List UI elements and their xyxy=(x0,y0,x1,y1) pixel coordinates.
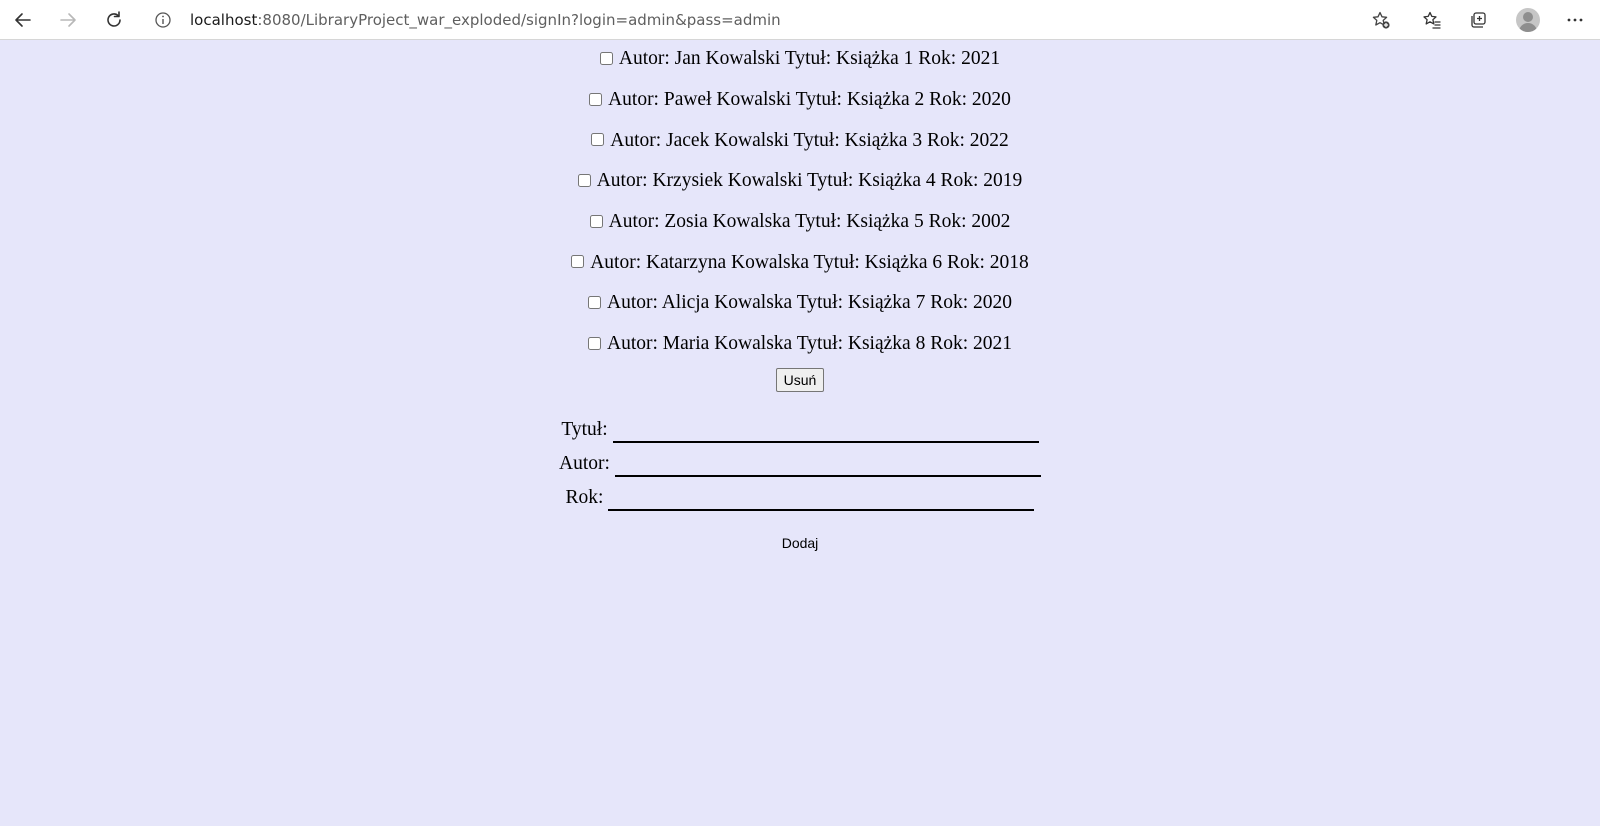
back-arrow-icon[interactable] xyxy=(7,4,39,36)
book-checkbox[interactable] xyxy=(587,336,601,350)
book-label: Autor: Alicja Kowalska Tytuł: Książka 7 … xyxy=(606,292,1012,314)
delete-button[interactable]: Usuń xyxy=(775,367,825,392)
list-item: Autor: Katarzyna Kowalska Tytuł: Książka… xyxy=(0,242,1600,283)
book-label: Autor: Zosia Kowalska Tytuł: Książka 5 R… xyxy=(608,211,1011,233)
star-plus-icon[interactable] xyxy=(1371,10,1391,30)
book-checkbox[interactable] xyxy=(591,133,605,147)
book-checkbox[interactable] xyxy=(571,255,585,269)
profile-avatar-icon[interactable] xyxy=(1516,8,1540,32)
add-button-wrap: Dodaj xyxy=(0,533,1600,553)
author-field[interactable] xyxy=(614,448,1041,477)
author-label: Autor: xyxy=(559,452,610,474)
book-label: Autor: Katarzyna Kowalska Tytuł: Książka… xyxy=(590,251,1029,273)
year-row: Rok: xyxy=(0,477,1600,511)
page-content: Autor: Jan Kowalski Tytuł: Książka 1 Rok… xyxy=(0,40,1600,553)
list-item: Autor: Maria Kowalska Tytuł: Książka 8 R… xyxy=(0,324,1600,365)
book-checkbox[interactable] xyxy=(589,214,603,228)
book-label: Autor: Jan Kowalski Tytuł: Książka 1 Rok… xyxy=(618,48,1001,70)
refresh-icon[interactable] xyxy=(98,4,130,36)
list-item: Autor: Alicja Kowalska Tytuł: Książka 7 … xyxy=(0,283,1600,324)
add-book-form: Tytuł: Autor: Rok: xyxy=(0,409,1600,511)
author-row: Autor: xyxy=(0,443,1600,477)
address-bar[interactable]: localhost:8080/LibraryProject_war_explod… xyxy=(143,4,1401,36)
list-item: Autor: Paweł Kowalski Tytuł: Książka 2 R… xyxy=(0,80,1600,121)
book-list: Autor: Jan Kowalski Tytuł: Książka 1 Rok… xyxy=(0,39,1600,365)
list-item: Autor: Jacek Kowalski Tytuł: Książka 3 R… xyxy=(0,120,1600,161)
title-field[interactable] xyxy=(612,414,1039,443)
list-item: Autor: Krzysiek Kowalski Tytuł: Książka … xyxy=(0,161,1600,202)
book-checkbox[interactable] xyxy=(599,51,613,65)
favorites-list-icon[interactable] xyxy=(1416,4,1448,36)
book-checkbox[interactable] xyxy=(589,92,603,106)
info-icon[interactable] xyxy=(153,10,173,30)
book-checkbox[interactable] xyxy=(577,173,591,187)
browser-toolbar: localhost:8080/LibraryProject_war_explod… xyxy=(0,0,1600,40)
more-menu-icon[interactable] xyxy=(1559,4,1591,36)
year-label: Rok: xyxy=(565,486,604,508)
url-text[interactable]: localhost:8080/LibraryProject_war_explod… xyxy=(190,11,781,29)
year-field[interactable] xyxy=(608,482,1035,511)
url-host: localhost xyxy=(190,11,258,29)
list-item: Autor: Zosia Kowalska Tytuł: Książka 5 R… xyxy=(0,202,1600,243)
forward-arrow-icon[interactable] xyxy=(52,4,84,36)
title-label: Tytuł: xyxy=(561,418,608,440)
title-row: Tytuł: xyxy=(0,409,1600,443)
url-path: :8080/LibraryProject_war_exploded/signIn… xyxy=(257,11,781,29)
book-label: Autor: Paweł Kowalski Tytuł: Książka 2 R… xyxy=(608,89,1011,111)
collections-icon[interactable] xyxy=(1462,4,1494,36)
list-item: Autor: Jan Kowalski Tytuł: Książka 1 Rok… xyxy=(0,39,1600,80)
book-label: Autor: Jacek Kowalski Tytuł: Książka 3 R… xyxy=(610,129,1009,151)
delete-button-wrap: Usuń xyxy=(0,367,1600,392)
book-checkbox[interactable] xyxy=(587,295,601,309)
book-label: Autor: Maria Kowalska Tytuł: Książka 8 R… xyxy=(606,333,1012,355)
add-button[interactable]: Dodaj xyxy=(776,533,825,553)
book-label: Autor: Krzysiek Kowalski Tytuł: Książka … xyxy=(596,170,1023,192)
